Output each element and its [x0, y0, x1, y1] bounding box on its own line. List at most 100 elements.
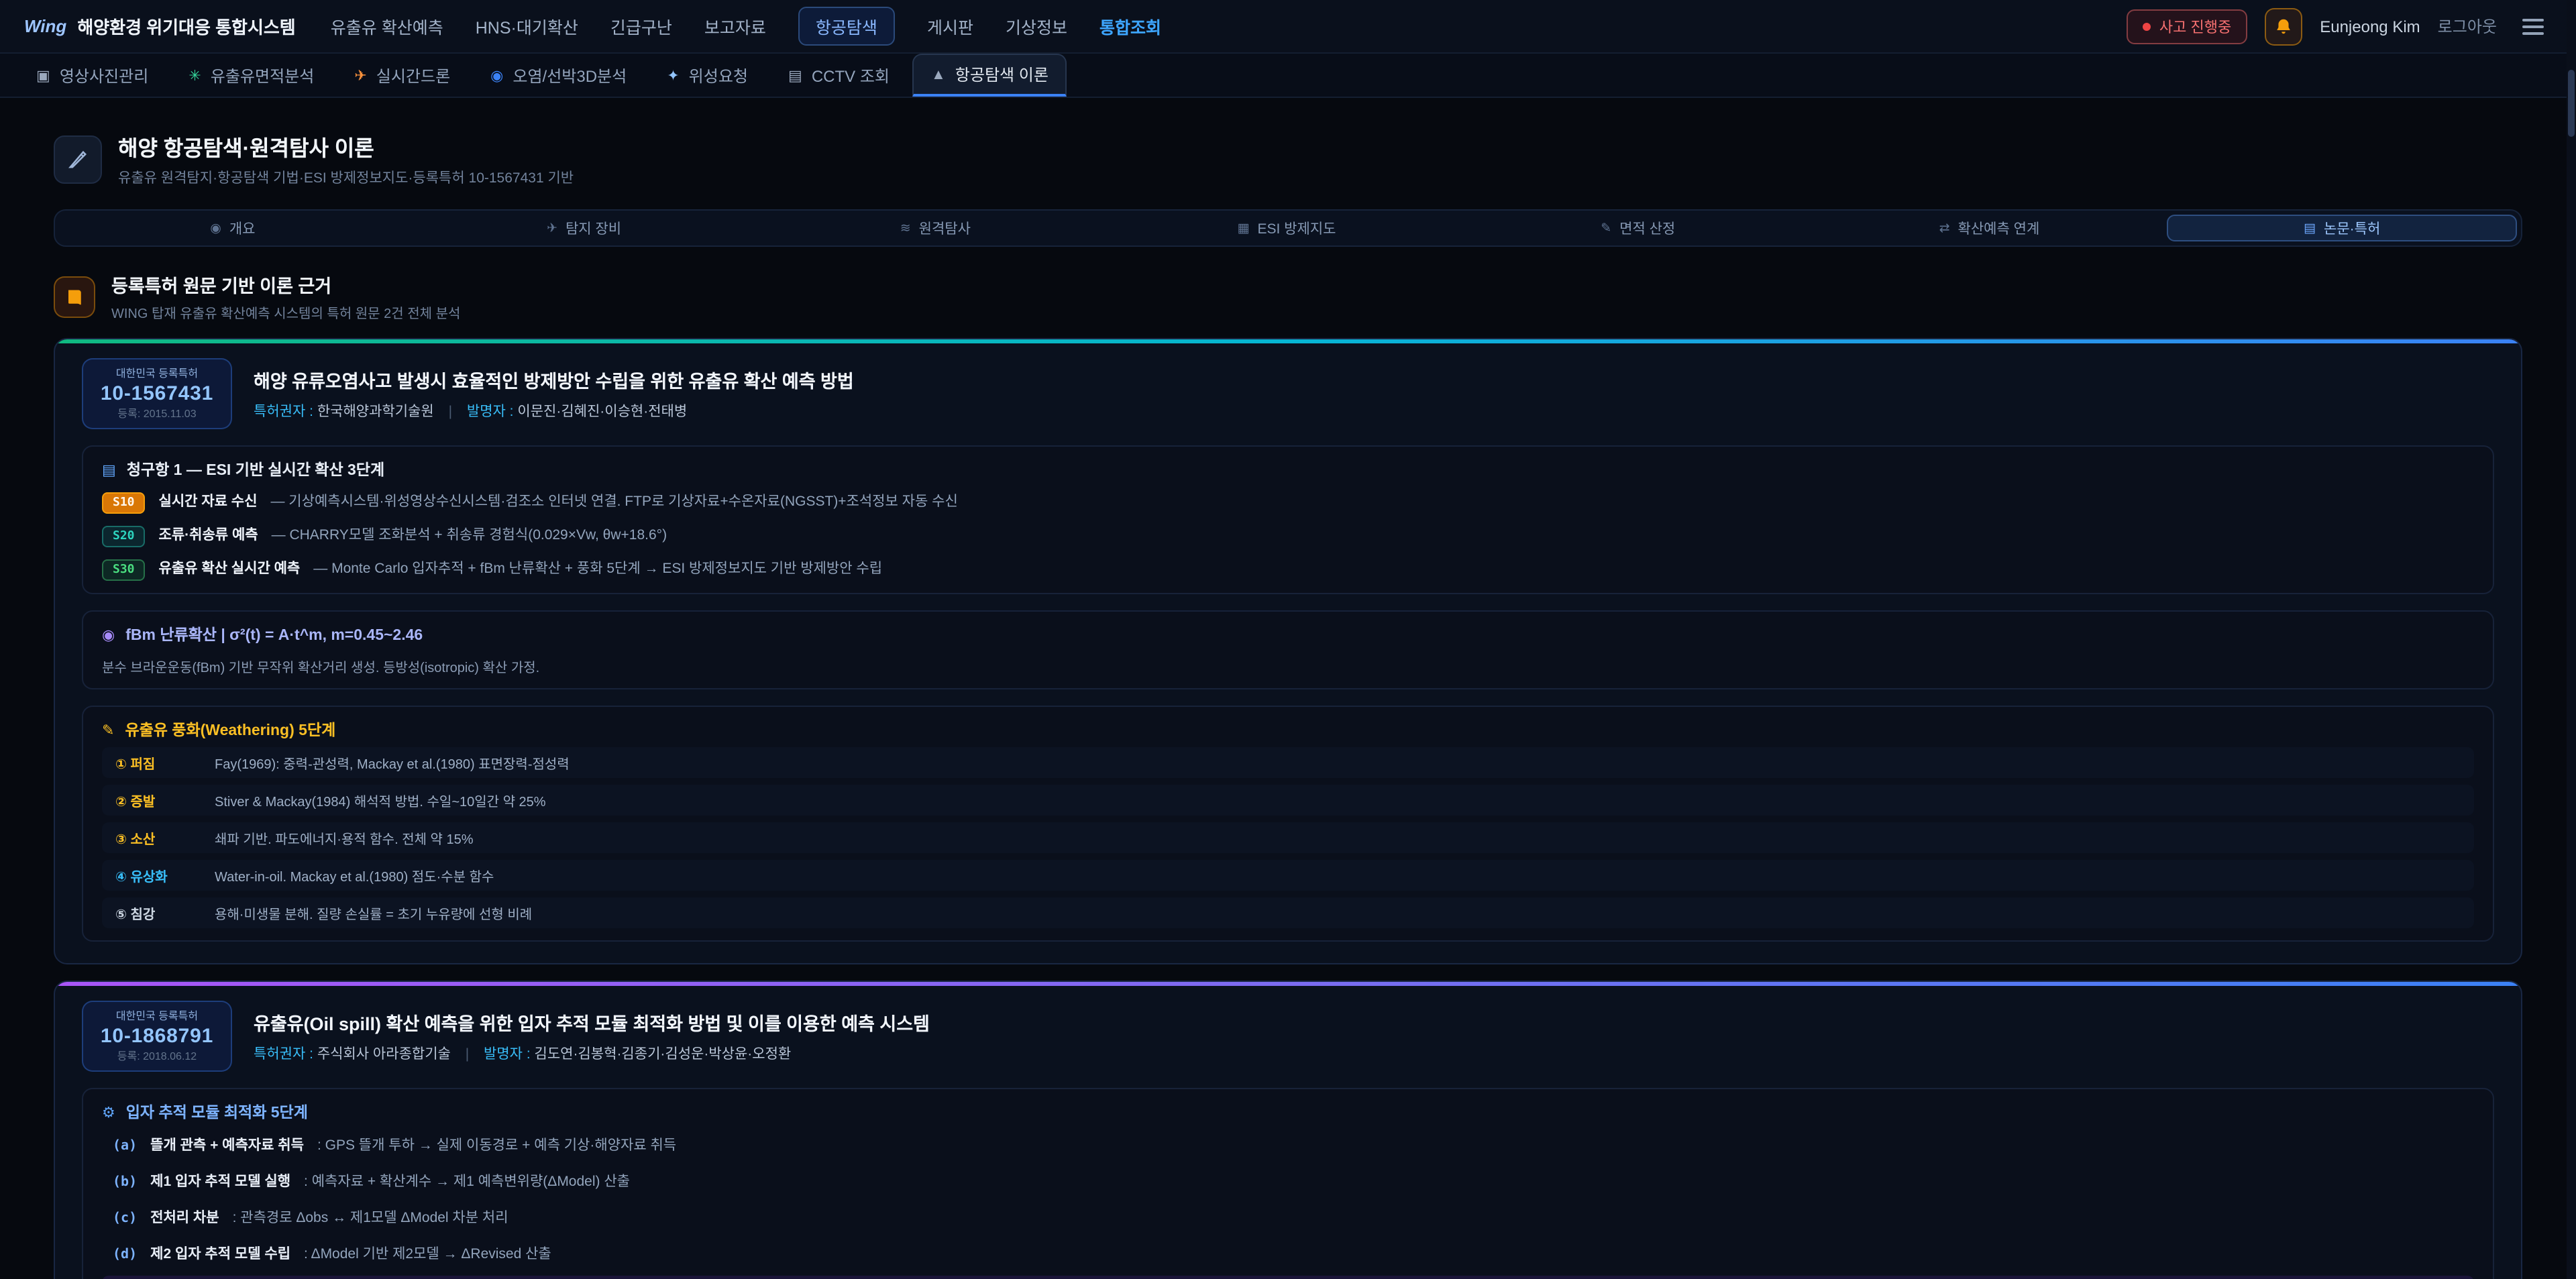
- satellite-icon: ✦: [667, 66, 679, 84]
- app-root: Wing 해양환경 위기대응 통합시스템 유출유 확산예측 HNS·대기확산 긴…: [0, 0, 2576, 1279]
- app-title: 해양환경 위기대응 통합시스템: [77, 13, 295, 39]
- page-subtitle: 유출유 원격탐지·항공탐색 기법·ESI 방제정보지도·등록특허 10-1567…: [118, 168, 574, 188]
- claim-step-row: S10 실시간 자료 수신 — 기상예측시스템·위성영상수신시스템·검조소 인터…: [102, 491, 2474, 514]
- module-step-row: (b) 제1 입자 추적 모델 실행 : 예측자료 + 확산계수 → 제1 예측…: [102, 1167, 2474, 1195]
- inventors-value: 이문진·김혜진·이승현·전태병: [517, 404, 687, 420]
- camera-icon: ▣: [36, 66, 50, 84]
- hamburger-icon: [2522, 18, 2544, 21]
- subnav-pollution-ship-3d[interactable]: ◉ 오염/선박3D분석: [473, 54, 644, 97]
- owner-value: 한국해양과학기술원: [317, 404, 434, 420]
- tab-remote-sensing[interactable]: ≋ 원격탐사: [761, 215, 1109, 241]
- nav-integrated-search[interactable]: 통합조회: [1099, 13, 1161, 39]
- section-subtitle: WING 탑재 유출유 확산예측 시스템의 특허 원문 2건 전체 분석: [111, 302, 460, 322]
- tab-detection-equipment[interactable]: ✈ 탐지 장비: [411, 215, 758, 241]
- incident-status-badge[interactable]: 사고 진행중: [2127, 9, 2247, 44]
- nav-weather-info[interactable]: 기상정보: [1006, 13, 1067, 39]
- wave-icon: ≋: [900, 221, 911, 235]
- claim-step-row: S30 유출유 확산 실시간 예측 — Monte Carlo 입자추적 + f…: [102, 558, 2474, 581]
- subnav-image-photo-management[interactable]: ▣ 영상사진관리: [19, 54, 166, 97]
- patent-reg-date: 등록: 2018.06.12: [117, 1049, 197, 1064]
- claim-panel: ▤ 청구항 1 — ESI 기반 실시간 확산 3단계 S10 실시간 자료 수…: [82, 445, 2494, 594]
- step-badge-s10: S10: [102, 492, 146, 514]
- patent-header: 대한민국 등록특허 10-1567431 등록: 2015.11.03 해양 유…: [82, 358, 2494, 429]
- patent-reg-date: 등록: 2015.11.03: [117, 406, 196, 421]
- module-step-row: (a) 뜰개 관측 + 예측자료 취득 : GPS 뜰개 투하 → 실제 이동경…: [102, 1131, 2474, 1159]
- patent-meta: 특허권자 : 주식회사 아라종합기술 | 발명자 : 김도연·김봉혁·김종기·김…: [254, 1044, 930, 1064]
- drone-icon: ✈: [354, 66, 366, 84]
- tab-esi-response-map[interactable]: ▦ ESI 방제지도: [1113, 215, 1460, 241]
- owner-label: 특허권자 :: [254, 404, 313, 420]
- step-badge-s20: S20: [102, 526, 146, 547]
- section-header: 등록특허 원문 기반 이론 근거 WING 탑재 유출유 확산예측 시스템의 특…: [54, 271, 2522, 322]
- page-header: 해양 항공탐색·원격탐사 이론 유출유 원격탐지·항공탐색 기법·ESI 방제정…: [54, 130, 2522, 188]
- gear-icon: ⚙: [102, 1103, 115, 1121]
- weathering-panel: ✎ 유출유 풍화(Weathering) 5단계 ① 퍼짐 Fay(1969):…: [82, 706, 2494, 942]
- nav-hns-air-diffusion[interactable]: HNS·대기확산: [476, 13, 578, 39]
- document-icon: ▤: [2304, 221, 2316, 235]
- bell-icon: [2274, 17, 2293, 36]
- inventors-label: 발명자 :: [467, 404, 514, 420]
- user-name: Eunjeong Kim: [2320, 17, 2420, 36]
- tab-area-calculation[interactable]: ✎ 면적 산정: [1464, 215, 1812, 241]
- tab-diffusion-prediction-link[interactable]: ⇄ 확산예측 연계: [1816, 215, 2163, 241]
- step-badge-s30: S30: [102, 559, 146, 581]
- main-content: 해양 항공탐색·원격탐사 이론 유출유 원격탐지·항공탐색 기법·ESI 방제정…: [54, 130, 2522, 1279]
- module-step-row: (c) 전처리 차분 : 관측경로 Δobs ↔ 제1모델 ΔModel 차분 …: [102, 1203, 2474, 1231]
- book-icon: [54, 276, 95, 317]
- patent-number: 10-1868791: [101, 1025, 213, 1048]
- weathering-pencil-icon: ✎: [102, 721, 114, 738]
- fbm-dot-icon: ◉: [102, 626, 115, 643]
- incident-dot-icon: [2143, 22, 2151, 30]
- weathering-row: ④ 유상화 Water-in-oil. Mackay et al.(1980) …: [102, 860, 2474, 891]
- map-icon: ▦: [1238, 221, 1250, 235]
- patent-number-badge: 대한민국 등록특허 10-1868791 등록: 2018.06.12: [82, 1001, 232, 1072]
- notifications-button[interactable]: [2265, 7, 2302, 45]
- incident-label: 사고 진행중: [2159, 15, 2231, 37]
- ruler-pen-icon: [67, 148, 89, 170]
- nav-aerial-search[interactable]: 항공탐색: [798, 7, 895, 46]
- nav-spill-prediction[interactable]: 유출유 확산예측: [331, 13, 443, 39]
- subnav-cctv-view[interactable]: ▤ CCTV 조회: [771, 54, 907, 97]
- scrollbar[interactable]: [2567, 0, 2576, 1279]
- patent-title: 유출유(Oil spill) 확산 예측을 위한 입자 추적 모듈 최적화 방법…: [254, 1009, 930, 1036]
- nav-board[interactable]: 게시판: [927, 13, 973, 39]
- claim-book-icon: ▤: [102, 461, 116, 478]
- scrollbar-thumb[interactable]: [2568, 70, 2575, 137]
- module-title: 입자 추적 모듈 최적화 5단계: [126, 1101, 308, 1123]
- tab-overview[interactable]: ◉ 개요: [59, 215, 407, 241]
- module-step-row: (d) 제2 입자 추적 모델 수립 : ΔModel 기반 제2모델 → ΔR…: [102, 1239, 2474, 1268]
- patent-card-10-1567431: 대한민국 등록특허 10-1567431 등록: 2015.11.03 해양 유…: [54, 338, 2522, 964]
- subnav-spill-area-analysis[interactable]: ✳ 유출유면적분석: [171, 54, 331, 97]
- patent-header: 대한민국 등록특허 10-1868791 등록: 2018.06.12 유출유(…: [82, 1001, 2494, 1072]
- nav-emergency-rescue[interactable]: 긴급구난: [610, 13, 672, 39]
- meta-separator: |: [466, 1046, 469, 1062]
- module-step-row-optimization: (e) 최적화 알고리즘 적용 : ΔRevised ↔ Δobs 비교 → G…: [102, 1276, 2474, 1279]
- ship-3d-icon: ◉: [490, 66, 503, 84]
- tab-papers-patents[interactable]: ▤ 논문·특허: [2167, 215, 2517, 241]
- meta-separator: |: [449, 404, 452, 420]
- weathering-row: ⑤ 침강 용해·미생물 분해. 질량 손실률 = 초기 누유량에 선형 비례: [102, 897, 2474, 928]
- weathering-row: ② 증발 Stiver & Mackay(1984) 해석적 방법. 수일~10…: [102, 785, 2474, 816]
- owner-label: 특허권자 :: [254, 1046, 313, 1062]
- hamburger-menu-button[interactable]: [2514, 10, 2552, 42]
- app-logo[interactable]: Wing 해양환경 위기대응 통합시스템: [24, 13, 296, 39]
- topbar-right-cluster: 사고 진행중 Eunjeong Kim 로그아웃: [2127, 7, 2552, 45]
- logout-button[interactable]: 로그아웃: [2438, 15, 2497, 38]
- particle-module-panel: ⚙ 입자 추적 모듈 최적화 5단계 (a) 뜰개 관측 + 예측자료 취득 :…: [82, 1088, 2494, 1279]
- page-header-icon: [54, 135, 102, 183]
- aerial-search-subnav: ▣ 영상사진관리 ✳ 유출유면적분석 ✈ 실시간드론 ◉ 오염/선박3D분석 ✦…: [0, 54, 2576, 98]
- claim-title: 청구항 1 — ESI 기반 실시간 확산 3단계: [127, 459, 384, 480]
- fbm-description: 분수 브라운운동(fBm) 기반 무작위 확산거리 생성. 등방성(isotro…: [102, 656, 2474, 676]
- subnav-satellite-request[interactable]: ✦ 위성요청: [649, 54, 765, 97]
- logo-wing-icon: Wing: [24, 16, 66, 36]
- subnav-realtime-drone[interactable]: ✈ 실시간드론: [337, 54, 468, 97]
- patent-country-label: 대한민국 등록특허: [116, 1009, 198, 1023]
- subnav-aerial-search-theory[interactable]: ▲ 항공탐색 이론: [912, 54, 1067, 97]
- plane-icon: ✈: [547, 221, 557, 235]
- patent-card-10-1868791: 대한민국 등록특허 10-1868791 등록: 2018.06.12 유출유(…: [54, 981, 2522, 1279]
- nav-reports[interactable]: 보고자료: [704, 13, 766, 39]
- weathering-row: ① 퍼짐 Fay(1969): 중력-관성력, Mackay et al.(19…: [102, 747, 2474, 778]
- area-analysis-icon: ✳: [189, 66, 201, 84]
- patent-title: 해양 유류오염사고 발생시 효율적인 방제방안 수립을 위한 유출유 확산 예측…: [254, 366, 854, 393]
- weathering-row: ③ 소산 쇄파 기반. 파도에너지·용적 함수. 전체 약 15%: [102, 822, 2474, 853]
